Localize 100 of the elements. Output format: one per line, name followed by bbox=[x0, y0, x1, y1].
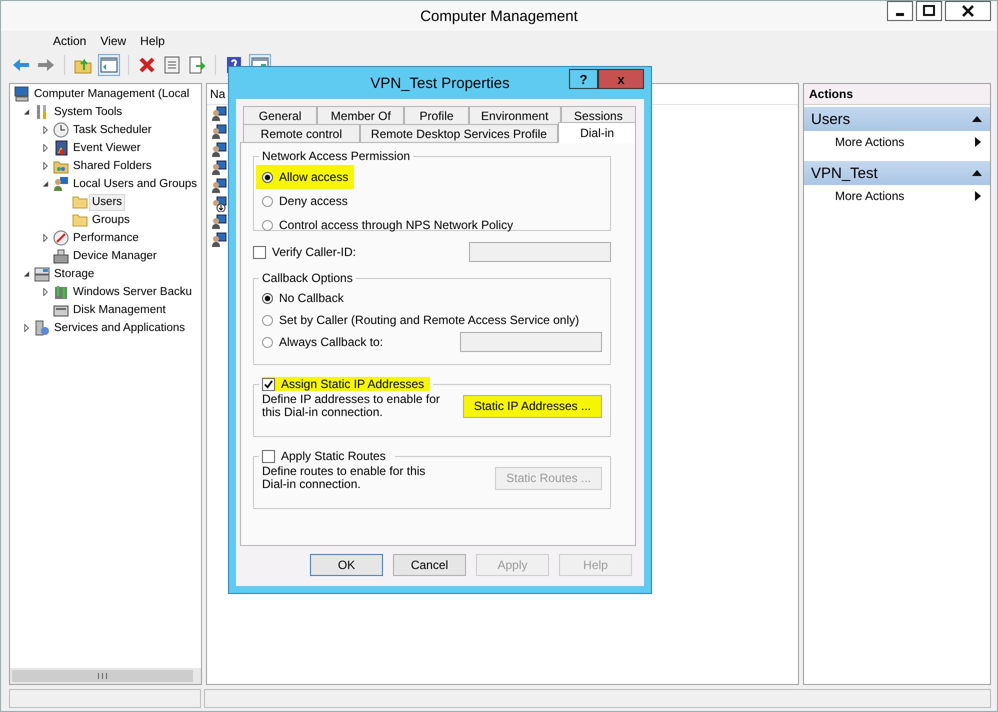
user-icon[interactable] bbox=[211, 124, 227, 140]
menu-item[interactable]: Help bbox=[140, 34, 165, 48]
tab[interactable]: Remote Desktop Services Profile bbox=[360, 124, 558, 142]
tree-item[interactable]: Local Users and Groups bbox=[70, 176, 200, 192]
tree-item[interactable]: Disk Management bbox=[70, 302, 169, 318]
minimize-icon[interactable] bbox=[887, 1, 913, 21]
radio-button[interactable]: Allow access bbox=[256, 165, 354, 189]
tree-item[interactable]: Device Manager bbox=[70, 248, 160, 264]
tab[interactable]: Remote control bbox=[243, 124, 360, 142]
user-icon[interactable] bbox=[211, 160, 227, 176]
input-field[interactable] bbox=[460, 332, 602, 352]
tab[interactable]: Member Of bbox=[317, 106, 404, 124]
help-button[interactable]: ? bbox=[569, 69, 598, 89]
tree-item[interactable]: Users bbox=[89, 194, 126, 210]
group-title: Network Access Permission bbox=[262, 149, 410, 163]
checkbox-option[interactable]: Apply Static Routes bbox=[262, 449, 392, 463]
radio-button[interactable]: Control access through NPS Network Policy bbox=[256, 213, 520, 237]
collapse-arrow-icon[interactable] bbox=[23, 108, 30, 116]
horizontal-scrollbar[interactable] bbox=[10, 668, 201, 684]
user-icon[interactable] bbox=[211, 214, 227, 230]
tab[interactable]: Dial-in bbox=[558, 122, 636, 143]
folder-icon bbox=[72, 212, 88, 228]
section-title: Users bbox=[811, 110, 850, 128]
radio-circle[interactable] bbox=[262, 292, 273, 304]
menu-item[interactable]: View bbox=[100, 34, 126, 48]
collapse-arrow-icon[interactable] bbox=[23, 270, 30, 278]
action-label: More Actions bbox=[835, 135, 904, 149]
radio-button[interactable]: Deny access bbox=[256, 189, 354, 213]
user-icon[interactable] bbox=[211, 178, 227, 194]
tree-item[interactable]: Storage bbox=[51, 266, 98, 282]
properties-icon[interactable] bbox=[162, 55, 182, 75]
push-button[interactable]: Static IP Addresses ... bbox=[462, 394, 602, 418]
radio-button[interactable]: No Callback bbox=[256, 286, 350, 310]
expand-arrow-icon[interactable] bbox=[42, 126, 49, 134]
push-button[interactable]: Cancel bbox=[393, 554, 466, 576]
checkbox[interactable] bbox=[262, 378, 275, 390]
export-icon[interactable] bbox=[187, 55, 207, 75]
dialog-title: VPN_Test Properties bbox=[370, 74, 510, 92]
action-section-header[interactable]: VPN_Test bbox=[804, 161, 990, 185]
checkbox[interactable] bbox=[262, 450, 275, 462]
collapse-icon[interactable] bbox=[972, 170, 982, 176]
user-icon[interactable] bbox=[211, 142, 227, 158]
radio-circle[interactable] bbox=[262, 220, 273, 230]
action-section-header[interactable]: Users bbox=[804, 107, 990, 131]
user-icon[interactable] bbox=[211, 232, 227, 248]
panel-icon[interactable] bbox=[98, 54, 120, 76]
tab[interactable]: Profile bbox=[404, 106, 469, 124]
collapse-icon[interactable] bbox=[972, 116, 982, 122]
checkbox[interactable] bbox=[253, 246, 266, 258]
submenu-arrow-icon bbox=[975, 137, 981, 147]
collapse-arrow-icon[interactable] bbox=[42, 180, 49, 188]
tree-item[interactable]: Computer Management (Local bbox=[31, 86, 192, 102]
tree-item[interactable]: Groups bbox=[89, 212, 133, 228]
expand-arrow-icon[interactable] bbox=[23, 324, 30, 332]
push-button[interactable]: OK bbox=[310, 554, 383, 576]
input-field[interactable] bbox=[469, 242, 611, 262]
computer-icon bbox=[14, 86, 30, 102]
tree-item[interactable]: Task Scheduler bbox=[70, 122, 155, 138]
tree-item[interactable]: Windows Server Backu bbox=[70, 284, 195, 300]
tab[interactable]: Environment bbox=[468, 106, 561, 124]
folder-icon bbox=[72, 194, 88, 210]
radio-circle[interactable] bbox=[262, 314, 273, 326]
tree-item[interactable]: Performance bbox=[70, 230, 142, 246]
services-icon bbox=[34, 320, 50, 336]
column-header[interactable]: Na bbox=[210, 87, 226, 101]
menu-item[interactable]: Action bbox=[53, 34, 86, 48]
users-icon bbox=[53, 176, 69, 192]
close-button[interactable]: x bbox=[598, 69, 644, 89]
clock-icon bbox=[53, 122, 69, 138]
expand-arrow-icon[interactable] bbox=[42, 144, 49, 152]
radio-button[interactable]: Always Callback to: bbox=[256, 330, 390, 354]
radio-circle[interactable] bbox=[262, 336, 273, 348]
close-icon[interactable] bbox=[945, 1, 991, 21]
delete-icon[interactable] bbox=[137, 55, 157, 75]
tree-item[interactable]: Event Viewer bbox=[70, 140, 144, 156]
device-icon bbox=[53, 248, 69, 264]
submenu-arrow-icon bbox=[975, 191, 981, 201]
radio-button[interactable]: Set by Caller (Routing and Remote Access Service only) bbox=[256, 308, 586, 332]
expand-arrow-icon[interactable] bbox=[42, 234, 49, 242]
tab[interactable]: General bbox=[243, 106, 318, 124]
tree-item[interactable]: Services and Applications bbox=[51, 320, 188, 336]
radio-circle[interactable] bbox=[262, 172, 273, 182]
section-title: VPN_Test bbox=[811, 164, 878, 182]
user-icon[interactable] bbox=[211, 106, 227, 122]
action-item[interactable]: More Actions bbox=[804, 185, 990, 207]
maximize-icon[interactable] bbox=[916, 1, 942, 21]
description-text: Define routes to enable for this Dial-in connection. bbox=[262, 465, 426, 491]
expand-arrow-icon[interactable] bbox=[42, 288, 49, 296]
tree-item[interactable]: System Tools bbox=[51, 104, 126, 120]
storage-icon bbox=[34, 266, 50, 282]
checkbox-option[interactable]: Assign Static IP Addresses bbox=[262, 377, 430, 391]
tree-item[interactable]: Shared Folders bbox=[70, 158, 155, 174]
log-icon bbox=[53, 140, 69, 156]
radio-circle[interactable] bbox=[262, 196, 273, 206]
expand-arrow-icon[interactable] bbox=[42, 162, 49, 170]
gauge-icon bbox=[53, 230, 69, 246]
checkbox-option[interactable]: Verify Caller-ID: bbox=[253, 245, 362, 259]
action-item[interactable]: More Actions bbox=[804, 131, 990, 153]
actions-header: Actions bbox=[804, 84, 990, 105]
window-title: Computer Management bbox=[420, 8, 578, 24]
